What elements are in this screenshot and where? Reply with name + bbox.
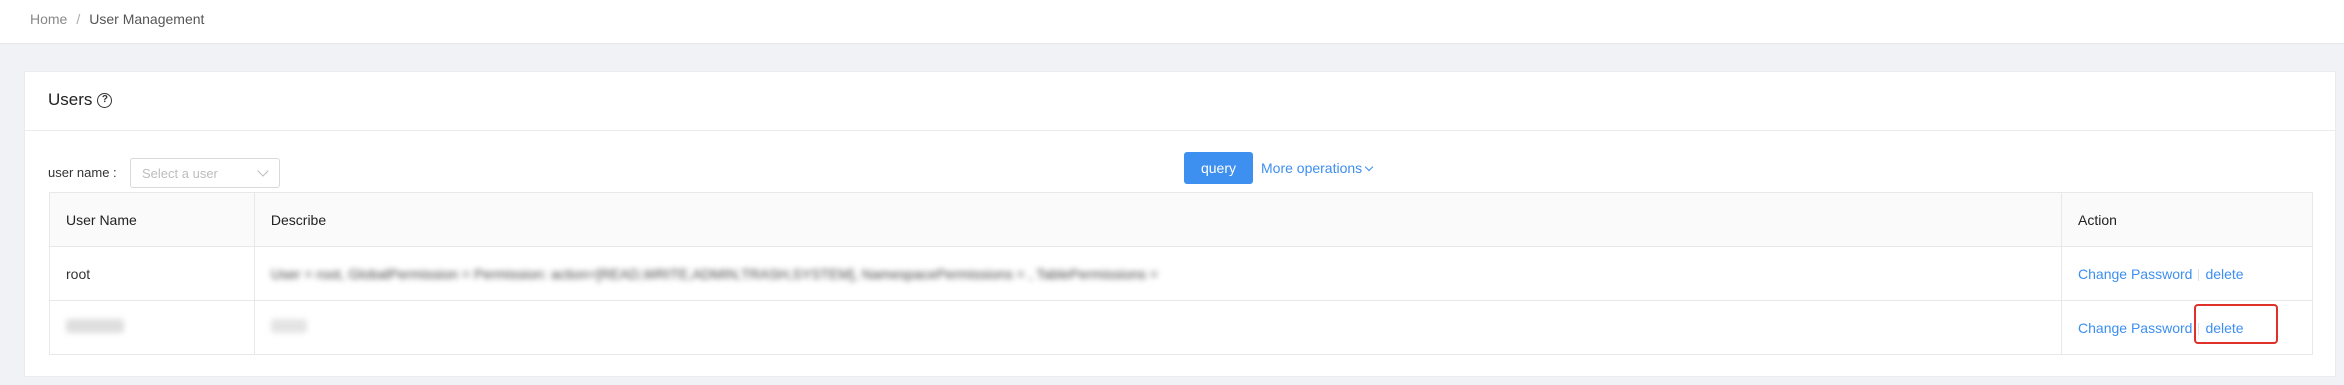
page-title: Users ? [48,90,113,110]
column-header-user-name: User Name [49,192,255,247]
more-operations-link[interactable]: More operations [1261,160,1374,176]
action-cell: Change Password delete [2061,246,2313,301]
breadcrumb-separator: / [76,11,81,27]
table-row: root User = root, GlobalPermission = Per… [49,246,2313,301]
redacted-name [66,319,124,333]
table-row: Change Password delete [49,300,2313,355]
card-header: Users ? [25,72,2335,131]
action-divider [2198,268,2200,281]
describe-cell [253,300,2063,355]
column-header-action: Action [2061,192,2313,247]
top-bar: Home / User Management [0,0,2344,44]
chevron-down-icon [257,165,269,177]
user-select[interactable]: Select a user [130,158,280,188]
user-select-placeholder: Select a user [142,166,218,181]
query-button[interactable]: query [1184,152,1253,184]
users-card: Users ? user name : Select a user query … [24,71,2336,377]
user-name-label: user name : [48,165,117,180]
breadcrumb: Home / User Management [30,11,204,27]
delete-link[interactable]: delete [2205,266,2243,282]
user-name-cell: root [49,246,255,301]
describe-cell: User = root, GlobalPermission = Permissi… [253,246,2063,301]
change-password-link[interactable]: Change Password [2078,266,2192,282]
change-password-link[interactable]: Change Password [2078,320,2192,336]
user-name-cell [49,300,255,355]
card-title-text: Users [48,90,93,109]
chevron-down-icon [1364,162,1374,172]
more-operations-label: More operations [1261,160,1363,176]
breadcrumb-current: User Management [89,11,205,27]
question-circle-icon[interactable]: ? [97,92,113,108]
action-cell: Change Password delete [2061,300,2313,355]
column-header-describe: Describe [253,192,2063,247]
redacted-describe [270,319,307,333]
breadcrumb-home[interactable]: Home [30,11,67,27]
action-divider [2198,322,2200,335]
delete-link[interactable]: delete [2205,320,2243,336]
users-table: User Name Describe Action root User = ro… [49,192,2313,355]
table-header-row: User Name Describe Action [49,192,2313,247]
describe-text: User = root, GlobalPermission = Permissi… [270,265,1158,282]
